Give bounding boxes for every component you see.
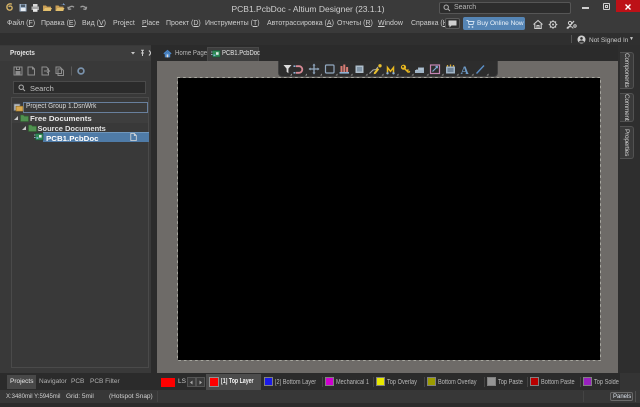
svg-text:A: A — [461, 65, 470, 77]
